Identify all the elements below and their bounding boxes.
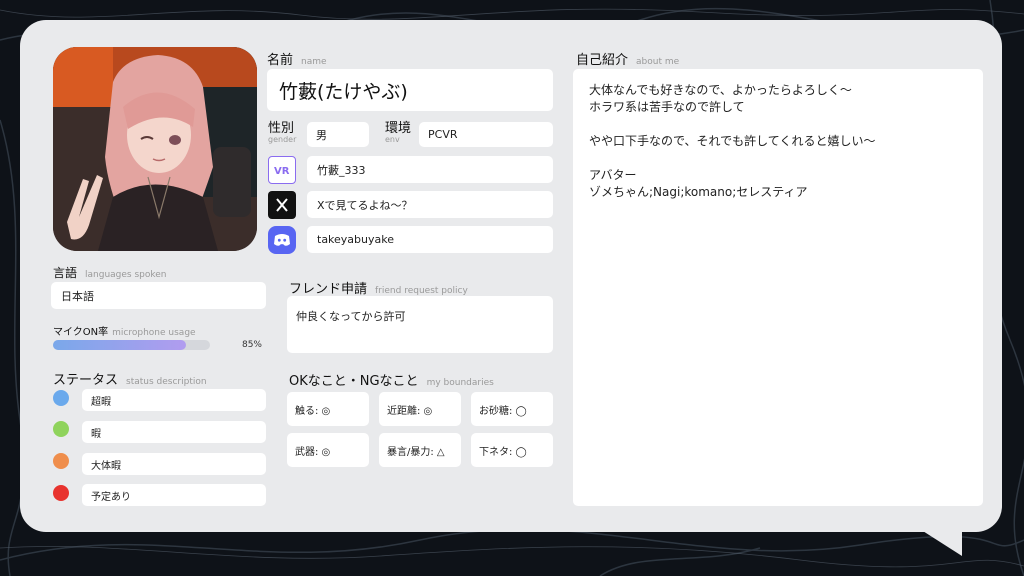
discord-icon xyxy=(268,226,296,254)
mic-usage-fill xyxy=(53,340,187,350)
env-field: PCVR xyxy=(419,122,553,147)
status-item-4: 予定あり xyxy=(82,484,266,506)
env-label: 環境 env xyxy=(385,121,412,144)
speech-bubble-tail xyxy=(890,510,962,556)
about-line-5 xyxy=(589,150,967,167)
boundary-lewd: 下ネタ: ◯ xyxy=(471,433,553,467)
languages-label: 言語 languages spoken xyxy=(53,266,167,280)
boundary-abuse: 暴言/暴力: △ xyxy=(379,433,461,467)
name-field: 竹藪(たけやぶ) xyxy=(267,69,553,111)
vrchat-icon: VR xyxy=(268,156,296,184)
boundaries-label: OKなこと・NGなこと my boundaries xyxy=(289,374,494,389)
status-dot-3 xyxy=(53,453,69,469)
mic-label: マイクON率 microphone usage xyxy=(53,327,196,338)
svg-text:VR: VR xyxy=(274,166,290,177)
about-line-6: アバター xyxy=(589,168,637,182)
x-icon xyxy=(268,191,296,219)
mic-usage-bar xyxy=(53,340,210,350)
status-dot-4 xyxy=(53,485,69,501)
about-line-1: 大体なんでも好きなので、よかったらよろしく〜 xyxy=(589,83,852,97)
status-label: ステータス status description xyxy=(53,373,207,388)
status-dot-1 xyxy=(53,390,69,406)
name-value: 竹藪(たけやぶ) xyxy=(279,80,408,103)
gender-label: 性別 gender xyxy=(268,121,297,144)
about-field: 大体なんでも好きなので、よかったらよろしく〜 ホラワ系は苦手なので許して やや口… xyxy=(573,69,983,506)
vrchat-id-field: 竹藪_333 xyxy=(307,156,553,183)
avatar-image xyxy=(53,47,257,251)
friend-request-label: フレンド申請 friend request policy xyxy=(289,282,468,297)
name-label: 名前 name xyxy=(267,53,327,68)
about-line-3 xyxy=(589,116,967,133)
boundary-proximity: 近距離: ◎ xyxy=(379,392,461,426)
mic-percent: 85% xyxy=(241,340,262,350)
discord-id-field: takeyabuyake xyxy=(307,226,553,253)
boundary-weapons: 武器: ◎ xyxy=(287,433,369,467)
status-item-1: 超暇 xyxy=(82,389,266,411)
boundary-touch: 触る: ◎ xyxy=(287,392,369,426)
about-label: 自己紹介 about me xyxy=(576,53,680,68)
languages-field: 日本語 xyxy=(51,282,266,309)
friend-request-field: 仲良くなってから許可 xyxy=(287,296,553,353)
about-line-4: やや口下手なので、それでも許してくれると嬉しい〜 xyxy=(589,134,876,148)
status-item-3: 大体暇 xyxy=(82,453,266,475)
about-line-2: ホラワ系は苦手なので許して xyxy=(589,100,745,114)
status-dot-2 xyxy=(53,421,69,437)
status-item-2: 暇 xyxy=(82,421,266,443)
gender-field: 男 xyxy=(307,122,369,147)
about-line-7: ゾメちゃん;Nagi;komano;セレスティア xyxy=(589,185,808,199)
x-id-field: Xで見てるよね〜？ xyxy=(307,191,553,218)
boundary-sugar: お砂糖: ◯ xyxy=(471,392,553,426)
